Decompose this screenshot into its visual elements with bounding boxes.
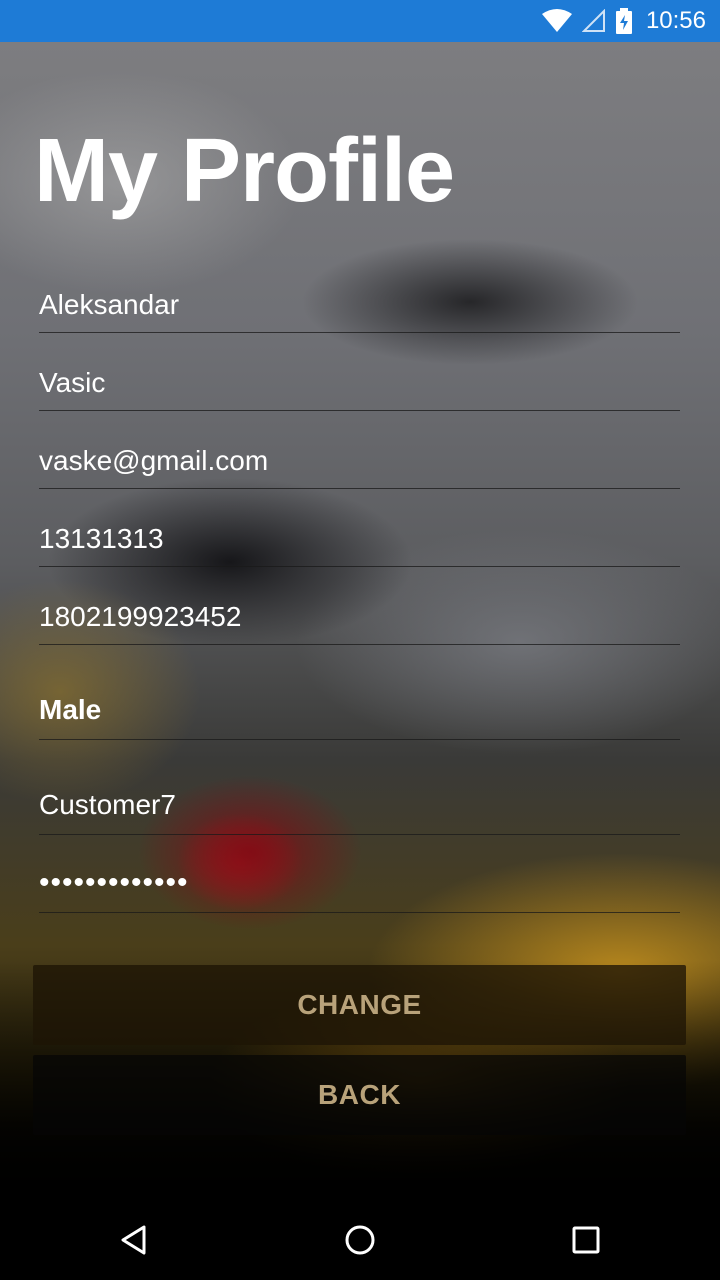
change-button[interactable]: CHANGE [33, 965, 686, 1045]
phone-value: 13131313 [39, 523, 164, 554]
navigation-bar [0, 1200, 720, 1280]
first-name-value: Aleksandar [39, 289, 180, 320]
cellular-signal-icon [581, 9, 606, 33]
password-field[interactable]: ••••••••••••• [39, 855, 680, 913]
back-triangle-icon[interactable] [104, 1218, 164, 1262]
back-button[interactable]: BACK [33, 1055, 686, 1135]
password-value: ••••••••••••• [39, 865, 189, 899]
status-bar: 10:56 [0, 0, 720, 42]
phone-field[interactable]: 13131313 [39, 514, 680, 567]
clock-time: 10:56 [645, 7, 706, 34]
email-field[interactable]: vaske@gmail.com [39, 436, 680, 489]
home-circle-icon[interactable] [330, 1218, 390, 1262]
battery-charging-icon [615, 8, 632, 34]
profile-screen: My Profile Aleksandar Vasic vaske@gmail.… [0, 42, 720, 1200]
first-name-field[interactable]: Aleksandar [39, 280, 680, 333]
last-name-field[interactable]: Vasic [39, 358, 680, 411]
page-title: My Profile [34, 121, 455, 221]
last-name-value: Vasic [39, 367, 106, 398]
gender-spinner[interactable]: Male [39, 682, 680, 740]
recents-square-icon[interactable] [556, 1218, 616, 1262]
gender-value: Male [39, 693, 102, 725]
email-value: vaske@gmail.com [39, 445, 269, 476]
username-field[interactable]: Customer7 [39, 777, 680, 835]
id-number-field[interactable]: 1802199923452 [39, 592, 680, 645]
wifi-icon [541, 9, 572, 33]
id-number-value: 1802199923452 [39, 601, 242, 632]
username-value: Customer7 [39, 788, 176, 820]
